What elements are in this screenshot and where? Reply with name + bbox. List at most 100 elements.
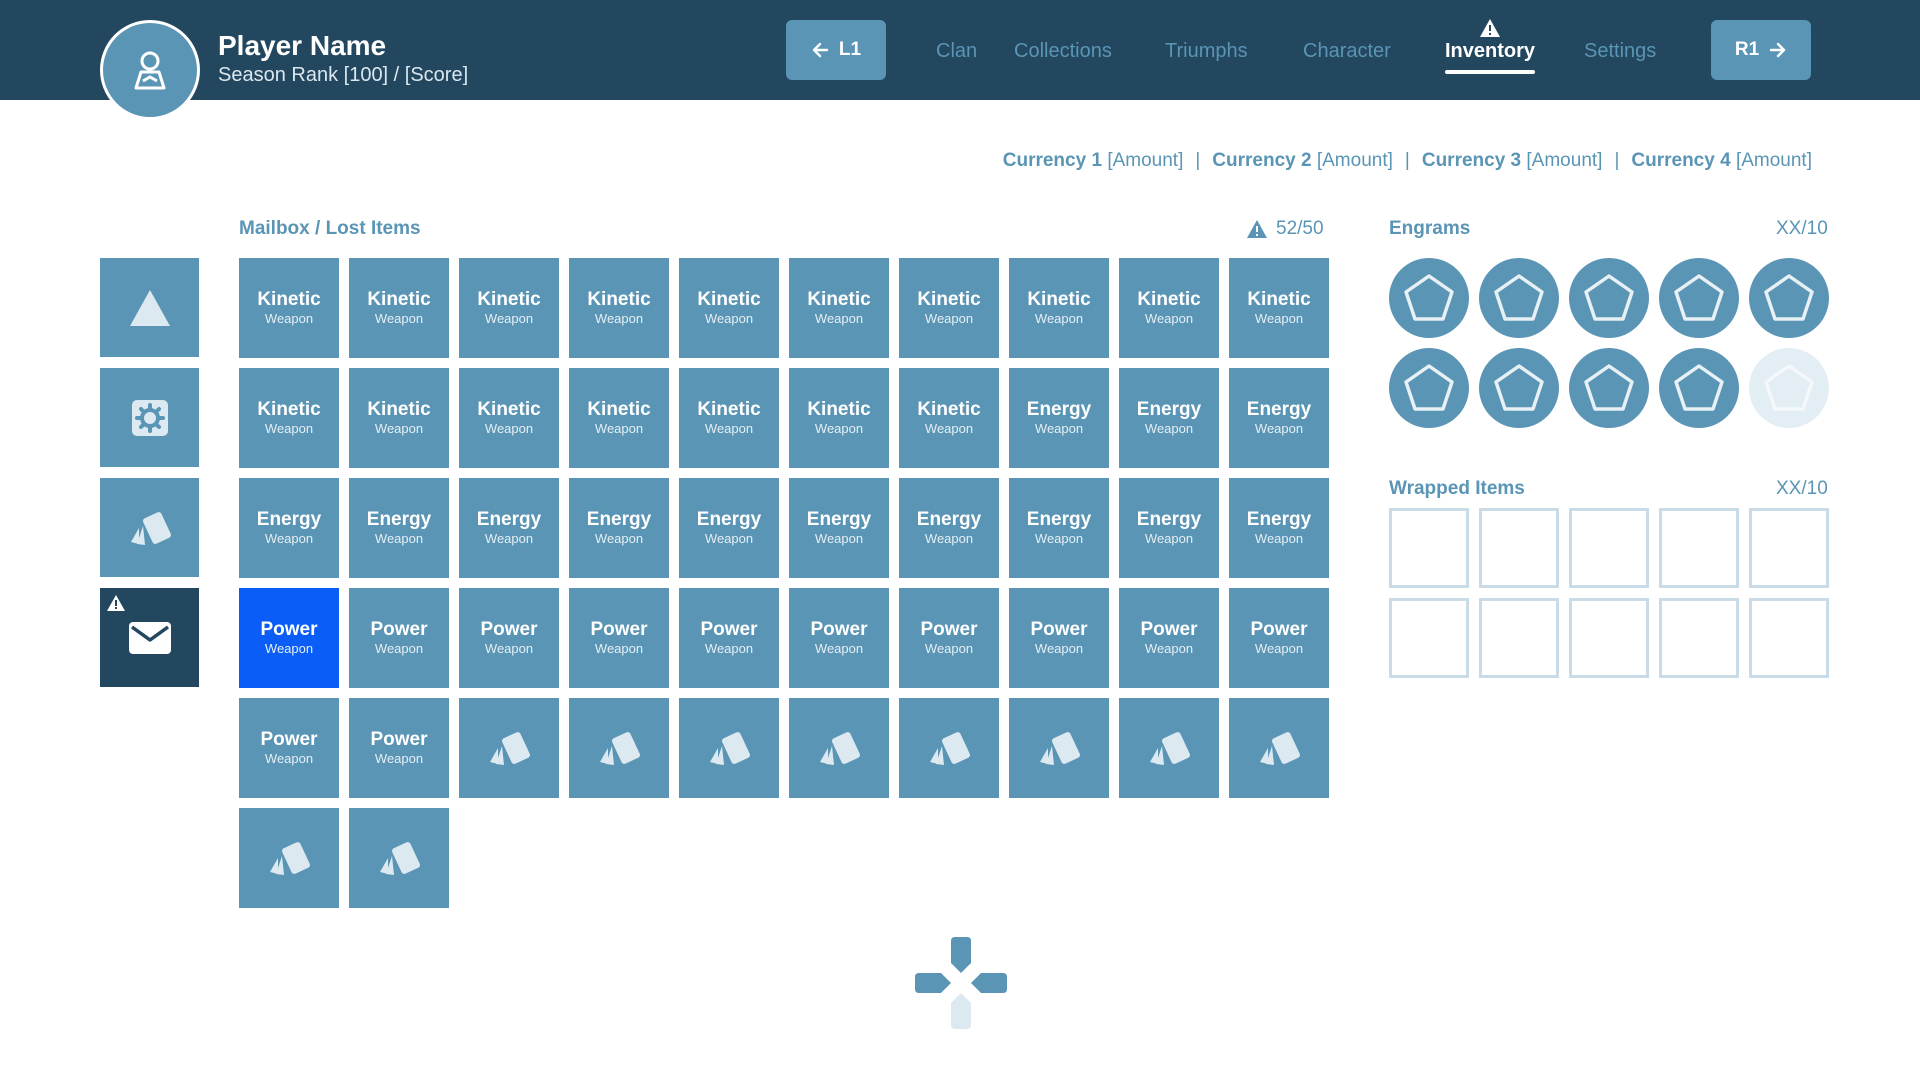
inventory-alert-icon <box>1480 19 1500 37</box>
mailbox-item[interactable] <box>1229 698 1329 798</box>
wrapped-slot[interactable] <box>1479 598 1559 678</box>
r1-button[interactable]: R1 <box>1711 20 1811 80</box>
mailbox-item[interactable]: Power Weapon <box>349 698 449 798</box>
mailbox-item[interactable] <box>679 698 779 798</box>
item-type: Kinetic <box>1137 289 1201 310</box>
sidebar-item-settings[interactable] <box>100 368 199 467</box>
mailbox-item[interactable]: Kinetic Weapon <box>459 368 559 468</box>
sidebar-item-consumables[interactable] <box>100 478 199 577</box>
mailbox-item[interactable]: Power Weapon <box>899 588 999 688</box>
triangle-icon <box>129 289 170 326</box>
mailbox-item[interactable] <box>789 698 889 798</box>
mailbox-item[interactable]: Kinetic Weapon <box>1009 258 1109 358</box>
engram-slot[interactable] <box>1659 348 1739 428</box>
item-subtype: Weapon <box>594 531 644 546</box>
engram-slot[interactable] <box>1389 348 1469 428</box>
wrapped-slot[interactable] <box>1569 508 1649 588</box>
engram-slot[interactable] <box>1479 258 1559 338</box>
mailbox-item[interactable]: Energy Weapon <box>239 478 339 578</box>
tab-character[interactable]: Character <box>1303 40 1391 63</box>
mailbox-item[interactable] <box>899 698 999 798</box>
mailbox-item[interactable]: Kinetic Weapon <box>899 258 999 358</box>
item-type: Energy <box>1246 399 1312 420</box>
engrams-title: Engrams <box>1389 218 1471 239</box>
item-type: Energy <box>1136 509 1202 530</box>
mailbox-item[interactable]: Energy Weapon <box>679 478 779 578</box>
l1-button[interactable]: L1 <box>786 20 886 80</box>
wrapped-slot[interactable] <box>1479 508 1559 588</box>
mailbox-item[interactable]: Energy Weapon <box>1229 368 1329 468</box>
mailbox-item[interactable]: Kinetic Weapon <box>789 258 889 358</box>
engram-slot[interactable] <box>1569 348 1649 428</box>
mailbox-item[interactable]: Kinetic Weapon <box>1229 258 1329 358</box>
mailbox-item[interactable] <box>239 808 339 908</box>
tab-inventory[interactable]: Inventory <box>1445 40 1536 74</box>
arrow-left-icon <box>812 42 829 58</box>
mailbox-item[interactable]: Energy Weapon <box>349 478 449 578</box>
wrapped-slot[interactable] <box>1659 508 1739 588</box>
tab-collections[interactable]: Collections <box>1014 40 1112 63</box>
mailbox-item[interactable]: Kinetic Weapon <box>679 368 779 468</box>
mailbox-item[interactable] <box>349 808 449 908</box>
tab-triumphs[interactable]: Triumphs <box>1165 40 1248 63</box>
mailbox-item[interactable]: Kinetic Weapon <box>349 368 449 468</box>
engram-slot[interactable] <box>1659 258 1739 338</box>
mailbox-item[interactable]: Power Weapon <box>789 588 889 688</box>
tab-inventory-label: Inventory <box>1445 40 1536 62</box>
wrapped-slot[interactable] <box>1659 598 1739 678</box>
mailbox-item[interactable]: Kinetic Weapon <box>349 258 449 358</box>
item-subtype: Weapon <box>1254 641 1304 656</box>
mailbox-item[interactable] <box>1009 698 1109 798</box>
mailbox-item[interactable]: Kinetic Weapon <box>569 258 669 358</box>
mailbox-item[interactable]: Kinetic Weapon <box>679 258 779 358</box>
engram-slot[interactable] <box>1749 258 1829 338</box>
mailbox-item[interactable]: Kinetic Weapon <box>239 258 339 358</box>
mailbox-item[interactable]: Power Weapon <box>349 588 449 688</box>
engram-slot-empty[interactable] <box>1749 348 1829 428</box>
mailbox-item[interactable]: Power Weapon <box>239 588 339 688</box>
wrapped-slot[interactable] <box>1569 598 1649 678</box>
engram-slot[interactable] <box>1479 348 1559 428</box>
mailbox-item[interactable]: Kinetic Weapon <box>1119 258 1219 358</box>
mailbox-item[interactable]: Power Weapon <box>1229 588 1329 688</box>
item-type: Kinetic <box>917 399 981 420</box>
mailbox-item[interactable]: Kinetic Weapon <box>569 368 669 468</box>
mailbox-item[interactable]: Energy Weapon <box>1009 368 1109 468</box>
wrapped-slot[interactable] <box>1389 508 1469 588</box>
sidebar-item-mailbox[interactable] <box>100 588 199 687</box>
sidebar-item-weapons[interactable] <box>100 258 199 357</box>
mailbox-item[interactable] <box>459 698 559 798</box>
mailbox-item[interactable]: Energy Weapon <box>569 478 669 578</box>
mailbox-item[interactable]: Energy Weapon <box>1009 478 1109 578</box>
mailbox-item[interactable]: Kinetic Weapon <box>239 368 339 468</box>
mailbox-item[interactable]: Kinetic Weapon <box>899 368 999 468</box>
item-subtype: Weapon <box>1254 311 1304 326</box>
item-type: Power <box>920 619 978 640</box>
mailbox-item[interactable]: Power Weapon <box>459 588 559 688</box>
tab-clan[interactable]: Clan <box>936 40 977 63</box>
item-subtype: Weapon <box>1034 531 1084 546</box>
mailbox-item[interactable] <box>1119 698 1219 798</box>
wrapped-slot[interactable] <box>1749 508 1829 588</box>
currency-1: Currency 1 [Amount] <box>1002 150 1184 171</box>
mailbox-item[interactable]: Kinetic Weapon <box>459 258 559 358</box>
wrapped-slot[interactable] <box>1389 598 1469 678</box>
mailbox-item[interactable] <box>569 698 669 798</box>
tab-settings[interactable]: Settings <box>1584 40 1656 63</box>
player-avatar[interactable] <box>100 20 200 120</box>
mailbox-item[interactable]: Energy Weapon <box>789 478 889 578</box>
mailbox-item[interactable]: Power Weapon <box>1009 588 1109 688</box>
mailbox-item[interactable]: Power Weapon <box>1119 588 1219 688</box>
mailbox-item[interactable]: Energy Weapon <box>1229 478 1329 578</box>
engram-slot[interactable] <box>1389 258 1469 338</box>
mailbox-item[interactable]: Power Weapon <box>569 588 669 688</box>
wrapped-slot[interactable] <box>1749 598 1829 678</box>
mailbox-item[interactable]: Power Weapon <box>239 698 339 798</box>
mailbox-item[interactable]: Energy Weapon <box>899 478 999 578</box>
engram-slot[interactable] <box>1569 258 1649 338</box>
mailbox-item[interactable]: Energy Weapon <box>459 478 559 578</box>
mailbox-item[interactable]: Energy Weapon <box>1119 478 1219 578</box>
mailbox-item[interactable]: Energy Weapon <box>1119 368 1219 468</box>
mailbox-item[interactable]: Kinetic Weapon <box>789 368 889 468</box>
mailbox-item[interactable]: Power Weapon <box>679 588 779 688</box>
